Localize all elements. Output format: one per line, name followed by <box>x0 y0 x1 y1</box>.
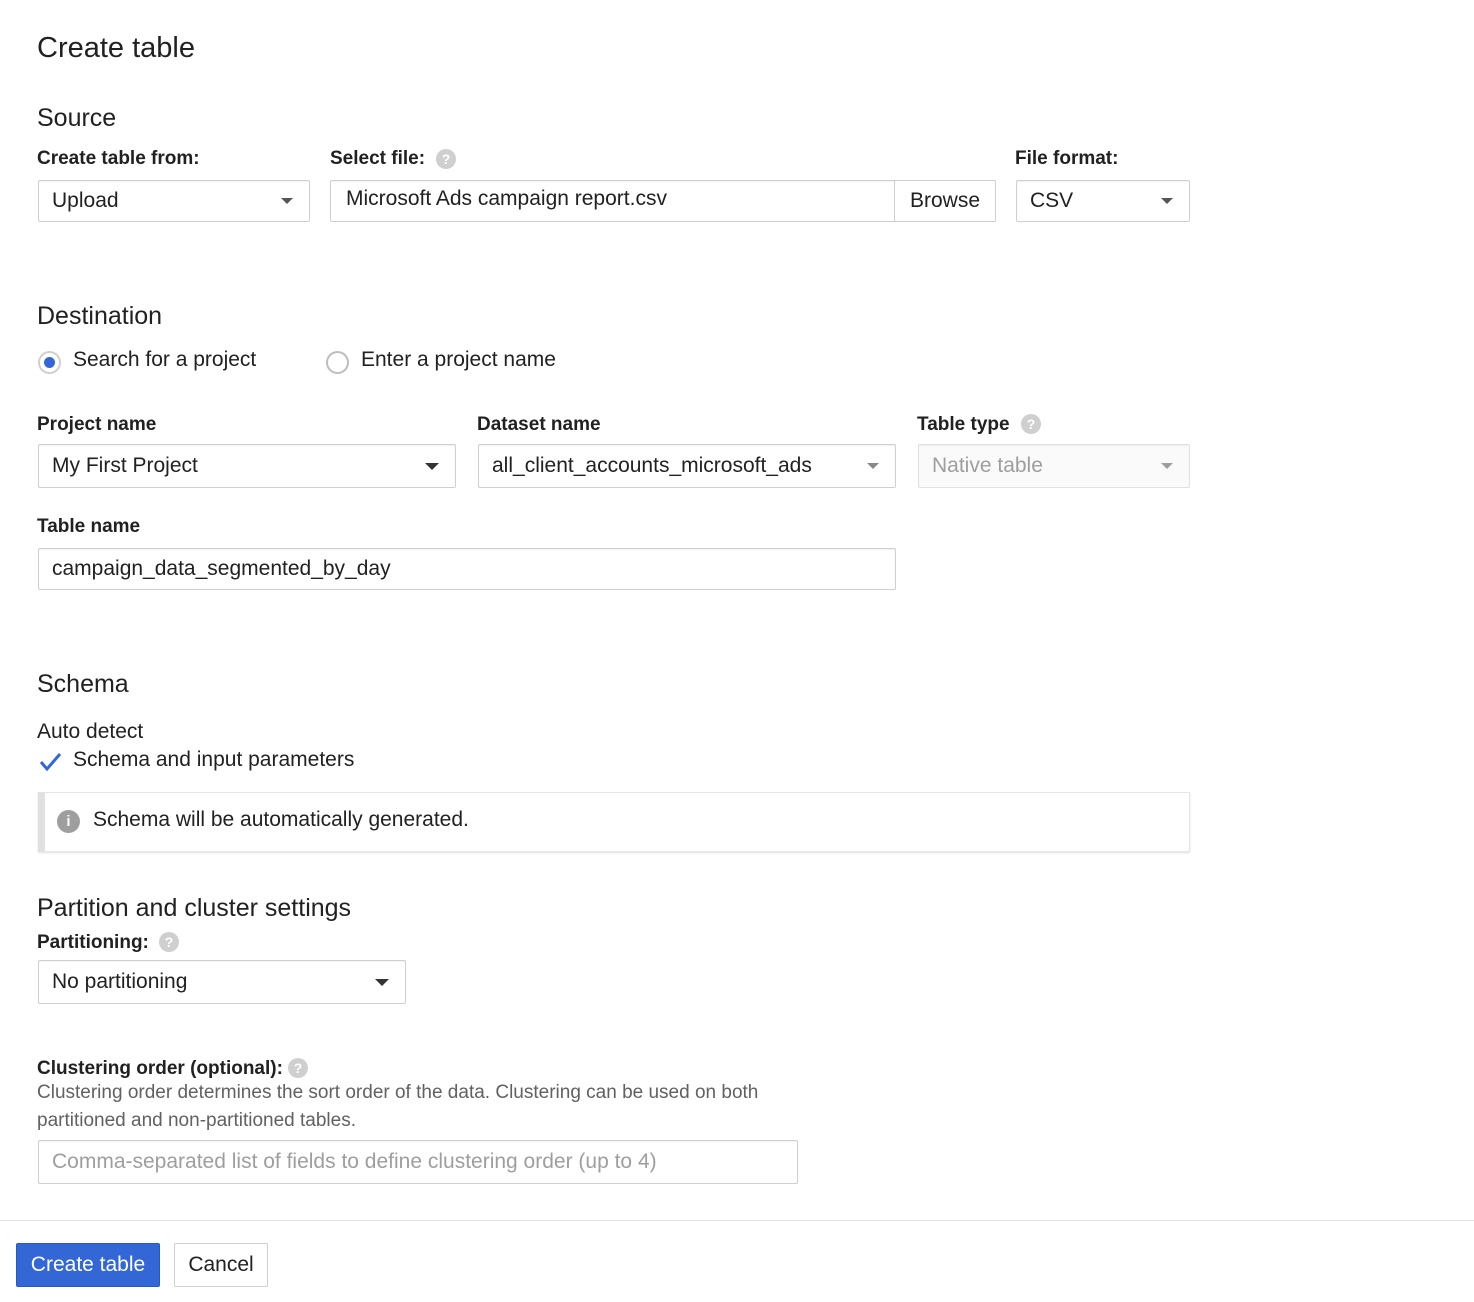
partitioning-value: No partitioning <box>52 970 188 993</box>
dataset-select[interactable]: all_client_accounts_microsoft_ads <box>478 444 896 488</box>
radio-enter-project[interactable] <box>326 351 349 374</box>
clustering-description-line1: Clustering order determines the sort ord… <box>37 1082 759 1103</box>
page-title: Create table <box>37 32 195 64</box>
auto-detect-label: Auto detect <box>37 720 144 743</box>
chevron-down-icon <box>1161 198 1173 204</box>
schema-heading: Schema <box>37 670 129 698</box>
clustering-input[interactable]: Comma-separated list of fields to define… <box>38 1140 798 1184</box>
partition-heading: Partition and cluster settings <box>37 894 352 922</box>
cancel-button[interactable]: Cancel <box>174 1243 268 1287</box>
partitioning-select[interactable]: No partitioning <box>38 960 406 1004</box>
checkmark-icon <box>39 753 62 772</box>
chevron-down-icon <box>1161 463 1173 469</box>
radio-search-label[interactable]: Search for a project <box>73 348 256 372</box>
schema-info-box: i Schema will be automatically generated… <box>38 792 1190 852</box>
file-format-select[interactable]: CSV <box>1016 180 1190 222</box>
create-from-label: Create table from: <box>37 148 200 169</box>
table-name-label: Table name <box>37 516 141 537</box>
file-value: Microsoft Ads campaign report.csv <box>346 187 667 210</box>
dataset-value: all_client_accounts_microsoft_ads <box>492 454 812 477</box>
clustering-label: Clustering order (optional): <box>37 1058 283 1079</box>
select-file-label: Select file: <box>330 148 426 169</box>
file-format-label: File format: <box>1015 148 1119 169</box>
project-name-label: Project name <box>37 414 157 435</box>
create-table-button[interactable]: Create table <box>16 1243 160 1287</box>
table-type-value: Native table <box>932 454 1043 477</box>
clustering-description-line2: partitioned and non-partitioned tables. <box>37 1110 357 1131</box>
chevron-down-icon <box>375 979 389 986</box>
chevron-down-icon <box>867 463 879 469</box>
table-type-label: Table type <box>917 414 1010 435</box>
dataset-name-label: Dataset name <box>477 414 601 435</box>
project-value: My First Project <box>52 454 198 477</box>
source-heading: Source <box>37 104 117 132</box>
radio-enter-label[interactable]: Enter a project name <box>361 348 556 372</box>
schema-checkbox[interactable] <box>38 750 62 774</box>
help-icon[interactable]: ? <box>288 1058 308 1078</box>
file-format-value: CSV <box>1030 189 1074 212</box>
schema-checkbox-label[interactable]: Schema and input parameters <box>73 748 354 772</box>
chevron-down-icon <box>425 463 439 470</box>
footer-divider <box>0 1220 1474 1221</box>
clustering-placeholder: Comma-separated list of fields to define… <box>52 1150 657 1173</box>
project-select[interactable]: My First Project <box>38 444 456 488</box>
schema-info-text: Schema will be automatically generated. <box>93 808 469 831</box>
radio-search-project[interactable] <box>38 351 61 374</box>
partitioning-label: Partitioning: <box>37 932 149 953</box>
table-type-select: Native table <box>918 444 1190 488</box>
create-from-select[interactable]: Upload <box>38 180 310 222</box>
destination-heading: Destination <box>37 302 163 330</box>
browse-button[interactable]: Browse <box>894 180 996 222</box>
table-name-input[interactable]: campaign_data_segmented_by_day <box>38 548 896 590</box>
help-icon[interactable]: ? <box>436 149 456 169</box>
chevron-down-icon <box>281 198 293 204</box>
help-icon[interactable]: ? <box>1021 414 1041 434</box>
info-icon: i <box>57 810 80 833</box>
create-from-value: Upload <box>52 189 119 212</box>
help-icon[interactable]: ? <box>159 932 179 952</box>
table-name-value: campaign_data_segmented_by_day <box>52 557 391 580</box>
